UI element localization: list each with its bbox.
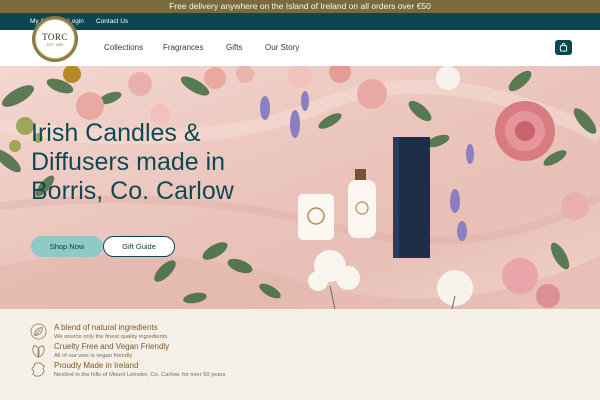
feature-desc: We source only the finest quality ingred… xyxy=(54,334,168,340)
nav-gifts[interactable]: Gifts xyxy=(226,30,242,66)
announcement-text: Free delivery anywhere on the Island of … xyxy=(169,1,431,11)
nav-fragrances[interactable]: Fragrances xyxy=(163,30,203,66)
shop-now-button[interactable]: Shop Now xyxy=(31,236,103,257)
announcement-bar: Free delivery anywhere on the Island of … xyxy=(0,0,600,13)
utility-bar: My Account Login Contact Us xyxy=(0,13,600,30)
torc-logo[interactable]: TORC EST. 1989 xyxy=(32,16,78,62)
hero-banner: Irish Candles & Diffusers made in Borris… xyxy=(0,66,600,309)
leaf-icon xyxy=(30,323,47,340)
contact-link[interactable]: Contact Us xyxy=(96,13,128,30)
nav-our-story[interactable]: Our Story xyxy=(265,30,299,66)
gift-guide-button[interactable]: Gift Guide xyxy=(103,236,175,257)
shopping-bag-icon xyxy=(559,43,568,52)
feature-title: Cruelty Free and Vegan Friendly xyxy=(54,342,170,351)
hero-headline: Irish Candles & Diffusers made in Borris… xyxy=(31,119,234,205)
logo-name: TORC xyxy=(42,31,68,42)
feature-title: A blend of natural ingredients xyxy=(54,323,158,332)
ireland-map-icon xyxy=(31,362,45,377)
feature-desc: Nestled in the hills of Mount Leinster, … xyxy=(54,372,226,378)
feature-list: A blend of natural ingredients We source… xyxy=(0,309,600,400)
feature-desc: All of our wax is vegan friendly xyxy=(54,353,133,359)
logo-badge: TORC EST. 1989 xyxy=(35,19,75,59)
vegan-icon xyxy=(32,345,45,358)
feature-title: Proudly Made in Ireland xyxy=(54,361,139,370)
main-nav: Collections Fragrances Gifts Our Story xyxy=(0,30,600,66)
nav-collections[interactable]: Collections xyxy=(104,30,143,66)
logo-tagline: EST. 1989 xyxy=(46,42,64,47)
cart-button[interactable] xyxy=(555,40,572,55)
